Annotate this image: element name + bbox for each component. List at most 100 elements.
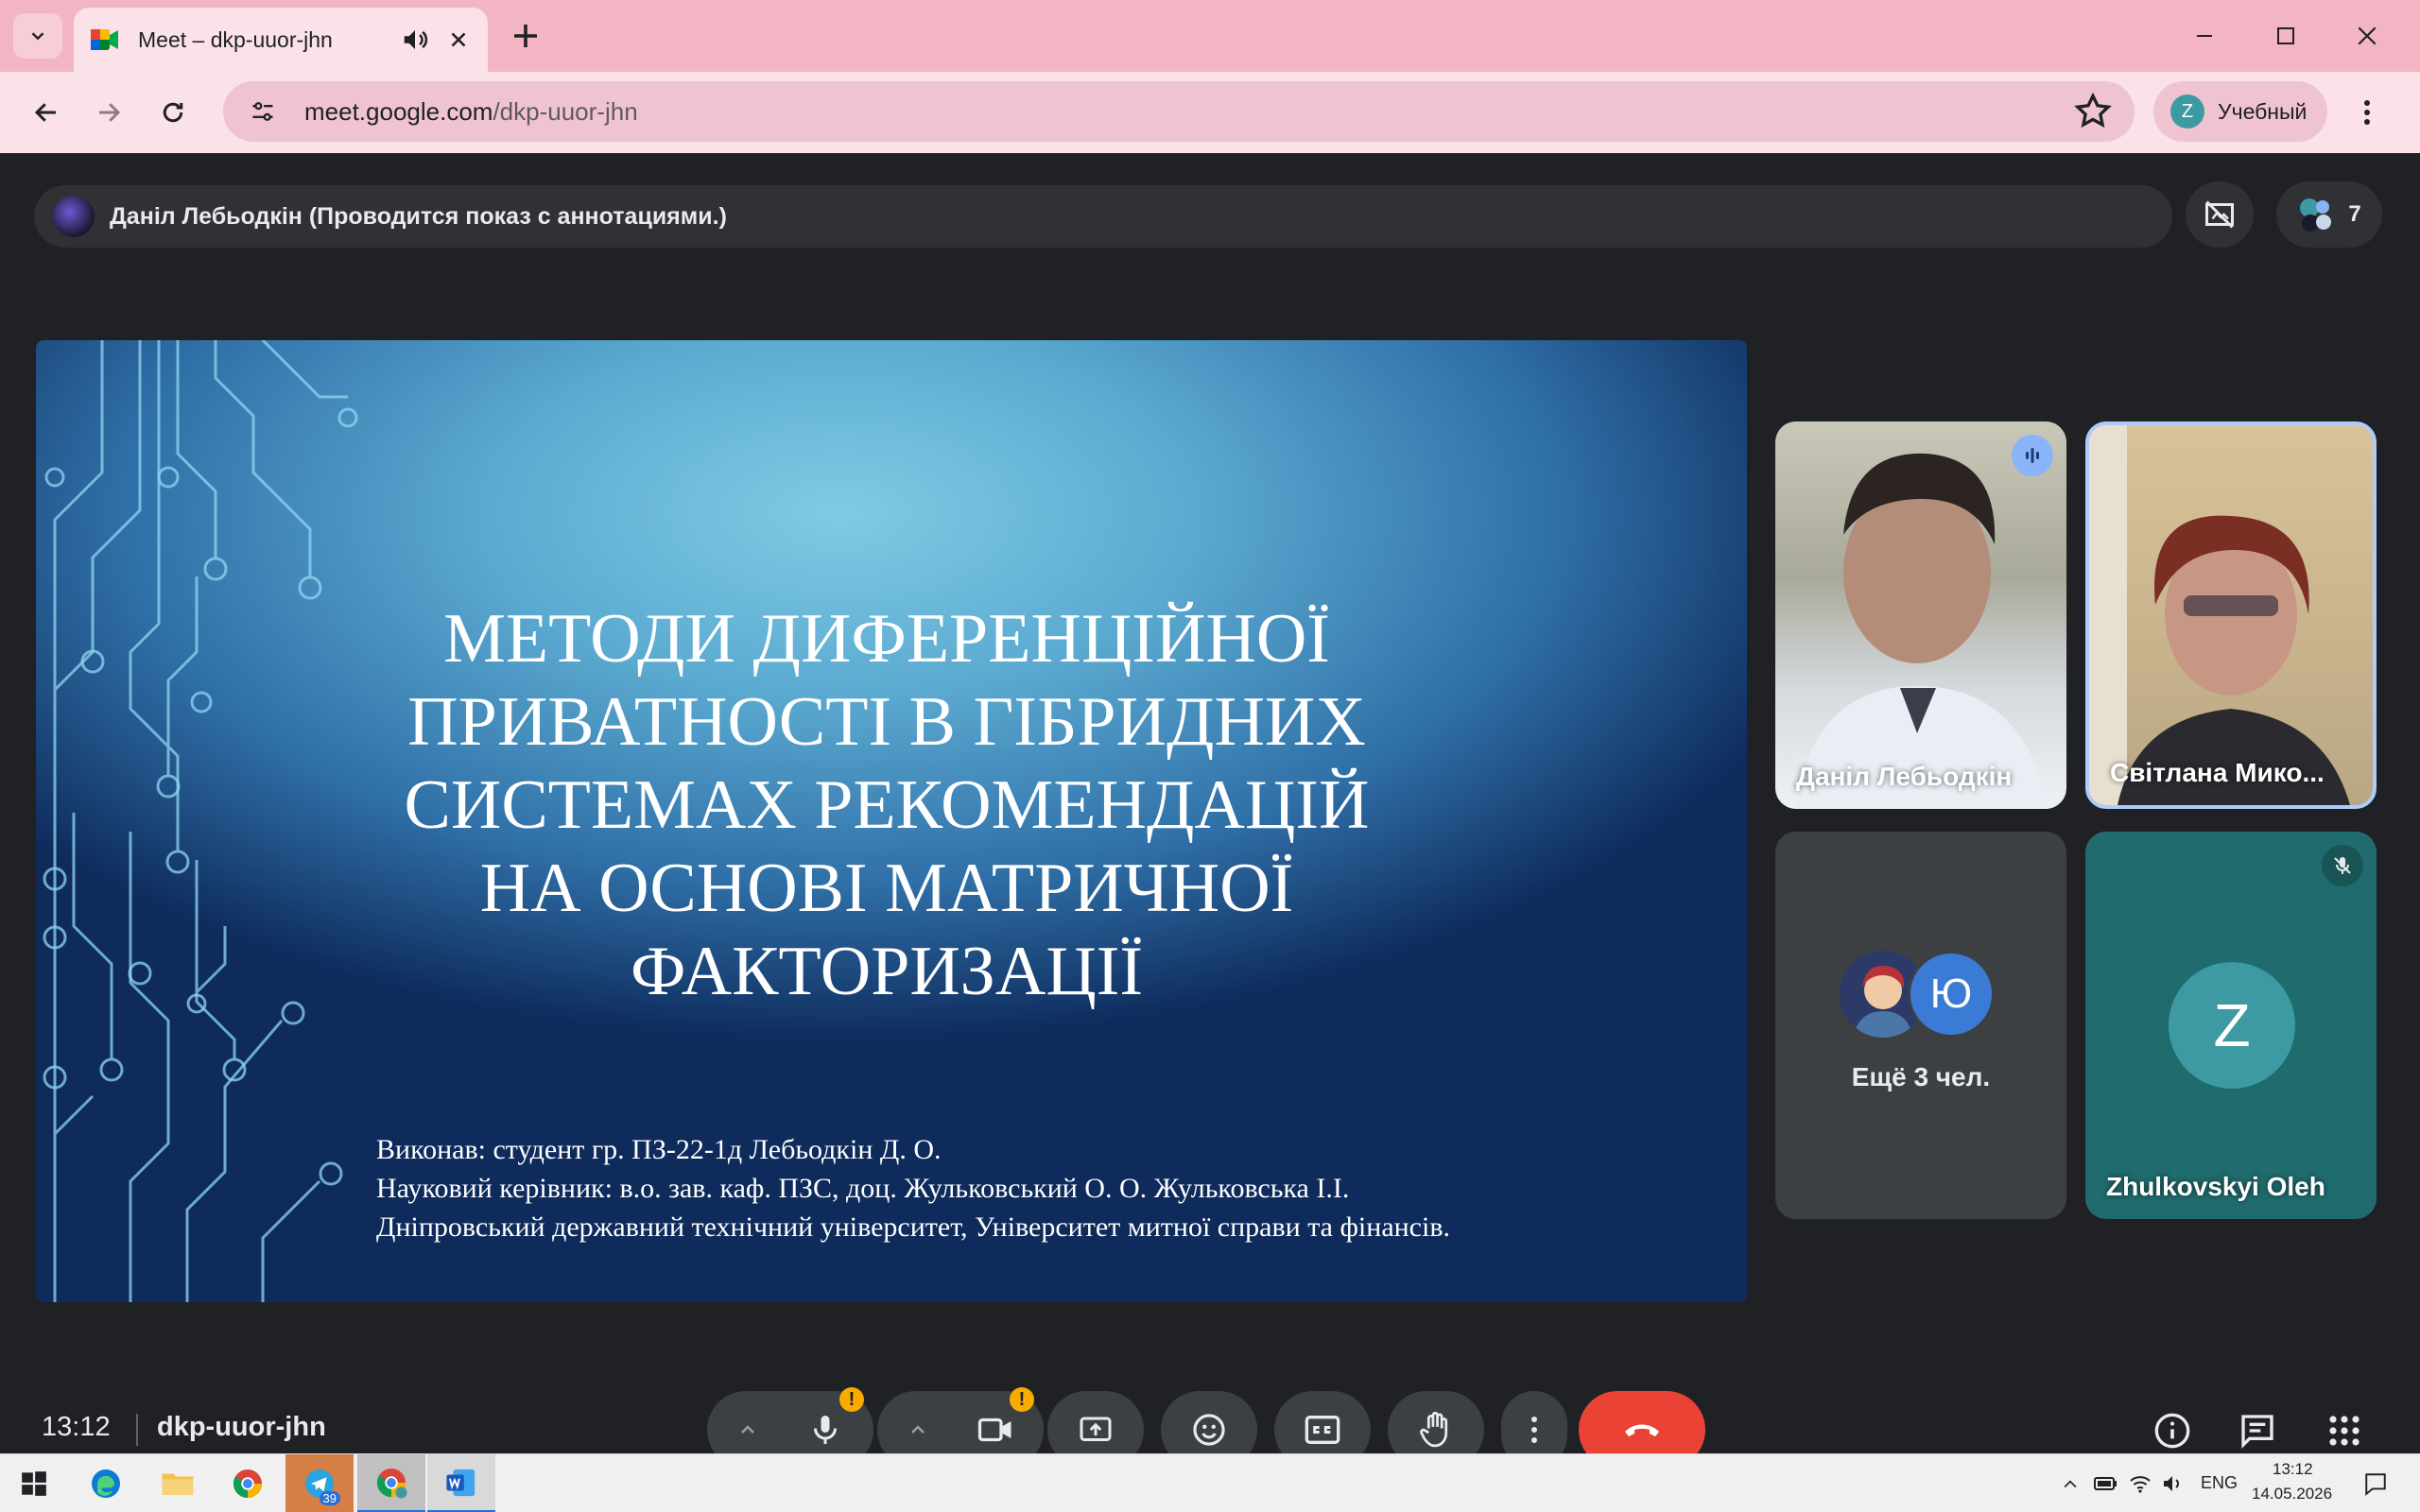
battery-icon[interactable]	[2093, 1473, 2119, 1494]
reload-icon	[163, 102, 183, 123]
arrow-left-icon	[34, 103, 56, 122]
microphone-icon	[814, 1416, 837, 1444]
tab-meet[interactable]: Meet – dkp-uuor-jhn	[74, 8, 488, 72]
chevron-up-icon	[741, 1425, 754, 1434]
meet-stage: Даніл Лебьодкін (Проводится показ с анно…	[6, 153, 2407, 1453]
meet-favicon-icon	[91, 27, 119, 52]
present-to-all-icon	[1080, 1417, 1112, 1441]
tab-close-icon[interactable]	[446, 27, 471, 52]
taskbar-chrome[interactable]	[214, 1454, 282, 1512]
tab-search-button[interactable]	[13, 13, 62, 59]
forward-button[interactable]	[85, 89, 132, 136]
camera-warning-badge: !	[1010, 1387, 1034, 1412]
mic-off-icon	[2334, 857, 2351, 874]
start-button[interactable]	[0, 1454, 68, 1512]
video-feed-person	[1794, 453, 2049, 809]
taskbar-word[interactable]	[427, 1454, 495, 1512]
back-button[interactable]	[23, 89, 70, 136]
more-participants-tile[interactable]: Ю Ещё 3 чел.	[1775, 832, 2066, 1219]
participants-button[interactable]: 7	[2276, 181, 2382, 248]
hide-self-view-button[interactable]	[2186, 181, 2254, 248]
participant-tile-pinned[interactable]: Світлана Мико...	[2085, 421, 2377, 809]
taskbar-file-explorer[interactable]	[144, 1454, 212, 1512]
more-vert-icon	[1531, 1417, 1537, 1443]
emoji-icon	[1193, 1414, 1225, 1446]
url-host: meet.google.com	[304, 96, 493, 126]
slide-author-info: Виконав: студент гр. ПЗ-22-1д Лебьодкін …	[376, 1130, 1700, 1246]
windows-logo-icon	[22, 1471, 46, 1496]
tune-icon	[252, 102, 273, 121]
tray-overflow-icon[interactable]	[2061, 1475, 2080, 1494]
presentation-slide: МЕТОДИ ДИФЕРЕНЦІЙНОЇ ПРИВАТНОСТІ В ГІБРИ…	[36, 340, 1747, 1302]
close-icon	[2358, 26, 2377, 45]
videocam-icon	[977, 1418, 1011, 1442]
mic-warning-badge: !	[839, 1387, 864, 1412]
slide-info-line: Виконав: студент гр. ПЗ-22-1д Лебьодкін …	[376, 1134, 942, 1165]
more-participants-label: Ещё 3 чел.	[1851, 1062, 1991, 1091]
participant-avatar-letter: Z	[2169, 962, 2295, 1089]
audio-playing-icon[interactable]	[401, 26, 429, 54]
address-bar[interactable]: meet.google.com/dkp-uuor-jhn	[223, 81, 2135, 142]
call-end-icon	[1625, 1424, 1659, 1436]
chevron-down-icon	[31, 32, 44, 41]
tab-strip: Meet – dkp-uuor-jhn	[0, 0, 2420, 72]
presenter-bar[interactable]: Даніл Лебьодкін (Проводится показ с анно…	[34, 185, 2172, 248]
maximize-icon	[2277, 27, 2294, 44]
profile-avatar: Z	[2170, 94, 2204, 129]
apps-grid-icon	[2329, 1416, 2360, 1446]
word-icon	[446, 1469, 475, 1496]
chat-icon	[2241, 1415, 2273, 1450]
meeting-details-button[interactable]	[2146, 1404, 2199, 1457]
speaking-indicator	[2012, 435, 2053, 476]
minimize-icon	[2197, 35, 2212, 37]
chat-button[interactable]	[2231, 1404, 2284, 1457]
url-path: /dkp-uuor-jhn	[493, 96, 638, 126]
presenter-avatar	[53, 196, 95, 237]
slide-title-line: ФАКТОРИЗАЦІЇ	[630, 933, 1144, 1010]
browser-menu-button[interactable]	[2346, 89, 2388, 136]
reload-button[interactable]	[149, 89, 197, 136]
slide-title-line: СИСТЕМАХ РЕКОМЕНДАЦІЙ	[404, 766, 1370, 844]
participant-name: Світлана Мико...	[2110, 758, 2325, 787]
participant-name: Даніл Лебьодкін	[1796, 762, 2013, 791]
maximize-button[interactable]	[2265, 15, 2307, 57]
divider	[136, 1414, 138, 1446]
audio-level-icon	[2026, 448, 2039, 463]
notifications-icon[interactable]	[2363, 1471, 2388, 1496]
clock-date[interactable]: 14.05.2026	[2252, 1485, 2332, 1503]
participant-avatar-letter: Ю	[1908, 951, 1995, 1038]
slide-title-line: МЕТОДИ ДИФЕРЕНЦІЙНОЇ	[443, 600, 1330, 678]
profile-button[interactable]: Z Учебный	[2153, 81, 2327, 142]
tab-title: Meet – dkp-uuor-jhn	[138, 26, 333, 52]
arrow-right-icon	[99, 103, 121, 122]
chevron-up-icon	[911, 1425, 925, 1434]
participants-avatars-icon	[2300, 198, 2332, 232]
browser-frame: Meet – dkp-uuor-jhn meet.google.com/dkp-…	[0, 0, 2420, 153]
edge-icon	[92, 1469, 120, 1498]
wifi-icon[interactable]	[2129, 1473, 2152, 1494]
folder-icon	[162, 1473, 194, 1495]
new-tab-icon[interactable]	[509, 19, 543, 53]
more-vert-icon	[2364, 100, 2370, 125]
chrome-profile-icon	[376, 1468, 407, 1498]
url-text: meet.google.com/dkp-uuor-jhn	[304, 97, 2072, 127]
slide-title-line: ПРИВАТНОСТІ В ГІБРИДНИХ	[407, 683, 1366, 761]
site-info-button[interactable]	[244, 93, 282, 130]
taskbar-edge[interactable]	[72, 1454, 140, 1512]
minimize-button[interactable]	[2184, 15, 2225, 57]
participant-tile[interactable]: Z Zhulkovskyi Oleh	[2085, 832, 2377, 1219]
participant-tile[interactable]: Даніл Лебьодкін	[1775, 421, 2066, 809]
video-feed-person	[2089, 425, 2350, 805]
activities-button[interactable]	[2318, 1404, 2371, 1457]
taskbar-chrome-active[interactable]	[357, 1454, 425, 1512]
taskbar-telegram[interactable]: 39	[285, 1454, 354, 1512]
bookmark-star-icon[interactable]	[2072, 91, 2114, 132]
language-indicator[interactable]: ENG	[2201, 1473, 2238, 1493]
clock-time[interactable]: 13:12	[2273, 1460, 2313, 1479]
closed-caption-icon	[1305, 1416, 1340, 1444]
volume-icon[interactable]	[2161, 1473, 2184, 1494]
browser-toolbar: meet.google.com/dkp-uuor-jhn Z Учебный	[0, 72, 2420, 153]
presenter-text: Даніл Лебьодкін (Проводится показ с анно…	[110, 202, 727, 230]
meeting-time: 13:12	[42, 1412, 111, 1442]
close-window-button[interactable]	[2346, 15, 2388, 57]
